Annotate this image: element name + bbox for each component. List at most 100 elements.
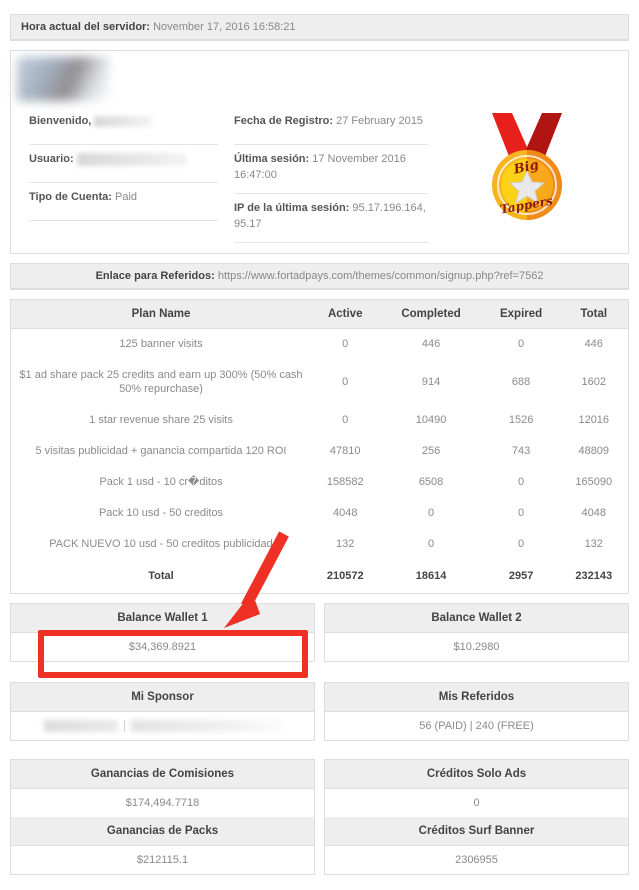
- plans-total-row: Total 210572 18614 2957 232143: [11, 560, 628, 594]
- profile-column-left: Bienvenido, Usuario: Tipo de Cuenta: Pai…: [29, 107, 234, 243]
- plan-completed: 914: [421, 376, 441, 389]
- plan-expired: 0: [518, 337, 525, 350]
- registration-date-label: Fecha de Registro:: [234, 115, 334, 127]
- plan-expired: 1526: [508, 414, 534, 427]
- col-completed: Completed: [379, 299, 483, 329]
- plan-total: 132: [584, 537, 603, 550]
- table-row: 5 visitas publicidad + ganancia comparti…: [11, 436, 628, 467]
- wallet2-panel: Balance Wallet 2 $10.2980: [324, 603, 629, 663]
- plan-expired: 0: [518, 475, 525, 488]
- username-label: Usuario:: [29, 153, 74, 165]
- server-time-bar: Hora actual del servidor: November 17, 2…: [11, 15, 628, 40]
- plan-total: 446: [584, 337, 603, 350]
- commissions-label: Ganancias de Comisiones: [11, 760, 314, 790]
- plan-completed: 6508: [418, 475, 444, 488]
- referral-link-label: Enlace para Referidos:: [95, 269, 215, 282]
- table-row: $1 ad share pack 25 credits and earn up …: [11, 360, 628, 406]
- sponsor-row: Mi Sponsor Mis Referidos 56 (PAID) | 240…: [10, 682, 629, 742]
- plan-name: PACK NUEVO 10 usd - 50 creditos publicid…: [49, 537, 273, 550]
- plan-name: 5 visitas publicidad + ganancia comparti…: [35, 445, 287, 458]
- plan-active: 158582: [326, 475, 364, 488]
- plan-expired: 0: [518, 537, 525, 550]
- last-session-row: Última sesión: 17 November 2016 16:47:00: [234, 145, 428, 194]
- sponsor-username-redacted: [44, 719, 118, 732]
- sponsor-separator: [124, 719, 125, 732]
- plan-active: 4048: [332, 506, 358, 519]
- welcome-label: Bienvenido,: [29, 115, 92, 127]
- total-active: 210572: [326, 569, 364, 582]
- plan-expired: 743: [511, 445, 531, 458]
- plan-name: 125 banner visits: [119, 337, 203, 350]
- commissions-value: $174,494.7718: [125, 797, 200, 810]
- referrals-label: Mis Referidos: [325, 683, 628, 713]
- plan-total: 165090: [575, 475, 613, 488]
- plans-body: 125 banner visits 0 446 0 446 $1 ad share pa…: [11, 328, 628, 593]
- wallet1-label: Balance Wallet 1: [11, 604, 314, 634]
- welcome-row: Bienvenido,: [29, 107, 218, 145]
- referrals-value: 56 (PAID) | 240 (FREE): [419, 720, 534, 733]
- plan-total: 12016: [578, 414, 610, 427]
- account-type-label: Tipo de Cuenta:: [29, 191, 112, 203]
- col-active: Active: [311, 299, 380, 329]
- plans-panel: Plan Name Active Completed Expired Total…: [10, 298, 629, 595]
- plan-active: 0: [342, 414, 349, 427]
- dashboard-page: Hora actual del servidor: November 17, 2…: [0, 14, 639, 890]
- col-plan-name: Plan Name: [11, 299, 311, 329]
- plan-total: 48809: [578, 445, 610, 458]
- total-label: Total: [148, 569, 174, 582]
- plan-name: 1 star revenue share 25 visits: [89, 414, 233, 427]
- solo-ads-value: 0: [473, 797, 480, 810]
- wallet1-value: $34,369.8921: [128, 641, 197, 654]
- wallet1-panel: Balance Wallet 1 $34,369.8921: [10, 603, 315, 663]
- solo-ads-label: Créditos Solo Ads: [325, 760, 628, 790]
- last-session-label: Última sesión:: [234, 153, 310, 165]
- col-total: Total: [559, 299, 628, 329]
- referral-link-panel: Enlace para Referidos: https://www.forta…: [10, 262, 629, 290]
- surf-banner-value: 2306955: [455, 854, 498, 867]
- registration-date-value: 27 February 2015: [336, 115, 423, 127]
- referral-link-url[interactable]: https://www.fortadpays.com/themes/common…: [218, 270, 544, 282]
- total-completed: 18614: [415, 569, 447, 582]
- table-row: Pack 10 usd - 50 creditos 4048 0 0 4048: [11, 498, 628, 529]
- plan-active: 132: [336, 537, 355, 550]
- plan-name: Pack 10 usd - 50 creditos: [98, 506, 224, 519]
- medal-cell: Big Tappers: [444, 107, 610, 243]
- sponsor-email-redacted: [131, 719, 281, 732]
- surf-banner-label: Créditos Surf Banner: [325, 817, 628, 847]
- plan-expired: 0: [518, 506, 525, 519]
- referrals-panel: Mis Referidos 56 (PAID) | 240 (FREE): [324, 682, 629, 742]
- plan-total: 4048: [581, 506, 606, 519]
- account-type-row: Tipo de Cuenta: Paid: [29, 183, 218, 221]
- plan-completed: 256: [421, 445, 441, 458]
- plan-completed: 0: [428, 506, 435, 519]
- sponsor-panel: Mi Sponsor: [10, 682, 315, 742]
- wallet2-label: Balance Wallet 2: [325, 604, 628, 634]
- welcome-value-redacted: [94, 115, 153, 127]
- credits-panel: Créditos Solo Ads 0 Créditos Surf Banner…: [324, 759, 629, 876]
- server-time-panel: Hora actual del servidor: November 17, 2…: [10, 14, 629, 41]
- plan-active: 0: [342, 376, 349, 389]
- username-row: Usuario:: [29, 145, 218, 183]
- medal-badge-icon: Big Tappers: [492, 113, 562, 220]
- plan-name: Pack 1 usd - 10 cr�ditos: [99, 475, 223, 488]
- profile-panel: Bienvenido, Usuario: Tipo de Cuenta: Pai…: [10, 50, 629, 254]
- plan-expired: 688: [511, 376, 531, 389]
- plan-completed: 10490: [415, 414, 447, 427]
- total-total: 232143: [575, 569, 613, 582]
- col-expired: Expired: [482, 299, 560, 329]
- last-ip-label: IP de la última sesión:: [234, 201, 350, 214]
- plan-total: 1602: [581, 376, 606, 389]
- last-ip-row: IP de la última sesión: 95.17.196.164, 9…: [234, 194, 428, 243]
- sponsor-value-redacted: [11, 712, 314, 739]
- registration-date-row: Fecha de Registro: 27 February 2015: [234, 107, 428, 145]
- plan-active: 47810: [329, 445, 361, 458]
- account-type-value: Paid: [114, 191, 138, 203]
- referral-link-bar[interactable]: Enlace para Referidos: https://www.forta…: [11, 263, 628, 289]
- earnings-panel: Ganancias de Comisiones $174,494.7718 Ga…: [10, 759, 315, 876]
- profile-column-right: Fecha de Registro: 27 February 2015 Últi…: [234, 107, 444, 243]
- plan-completed: 0: [428, 537, 435, 550]
- sponsor-label: Mi Sponsor: [11, 683, 314, 713]
- table-row: PACK NUEVO 10 usd - 50 creditos publicid…: [11, 529, 628, 560]
- table-row: 125 banner visits 0 446 0 446: [11, 328, 628, 359]
- server-time-value: November 17, 2016 16:58:21: [153, 21, 296, 33]
